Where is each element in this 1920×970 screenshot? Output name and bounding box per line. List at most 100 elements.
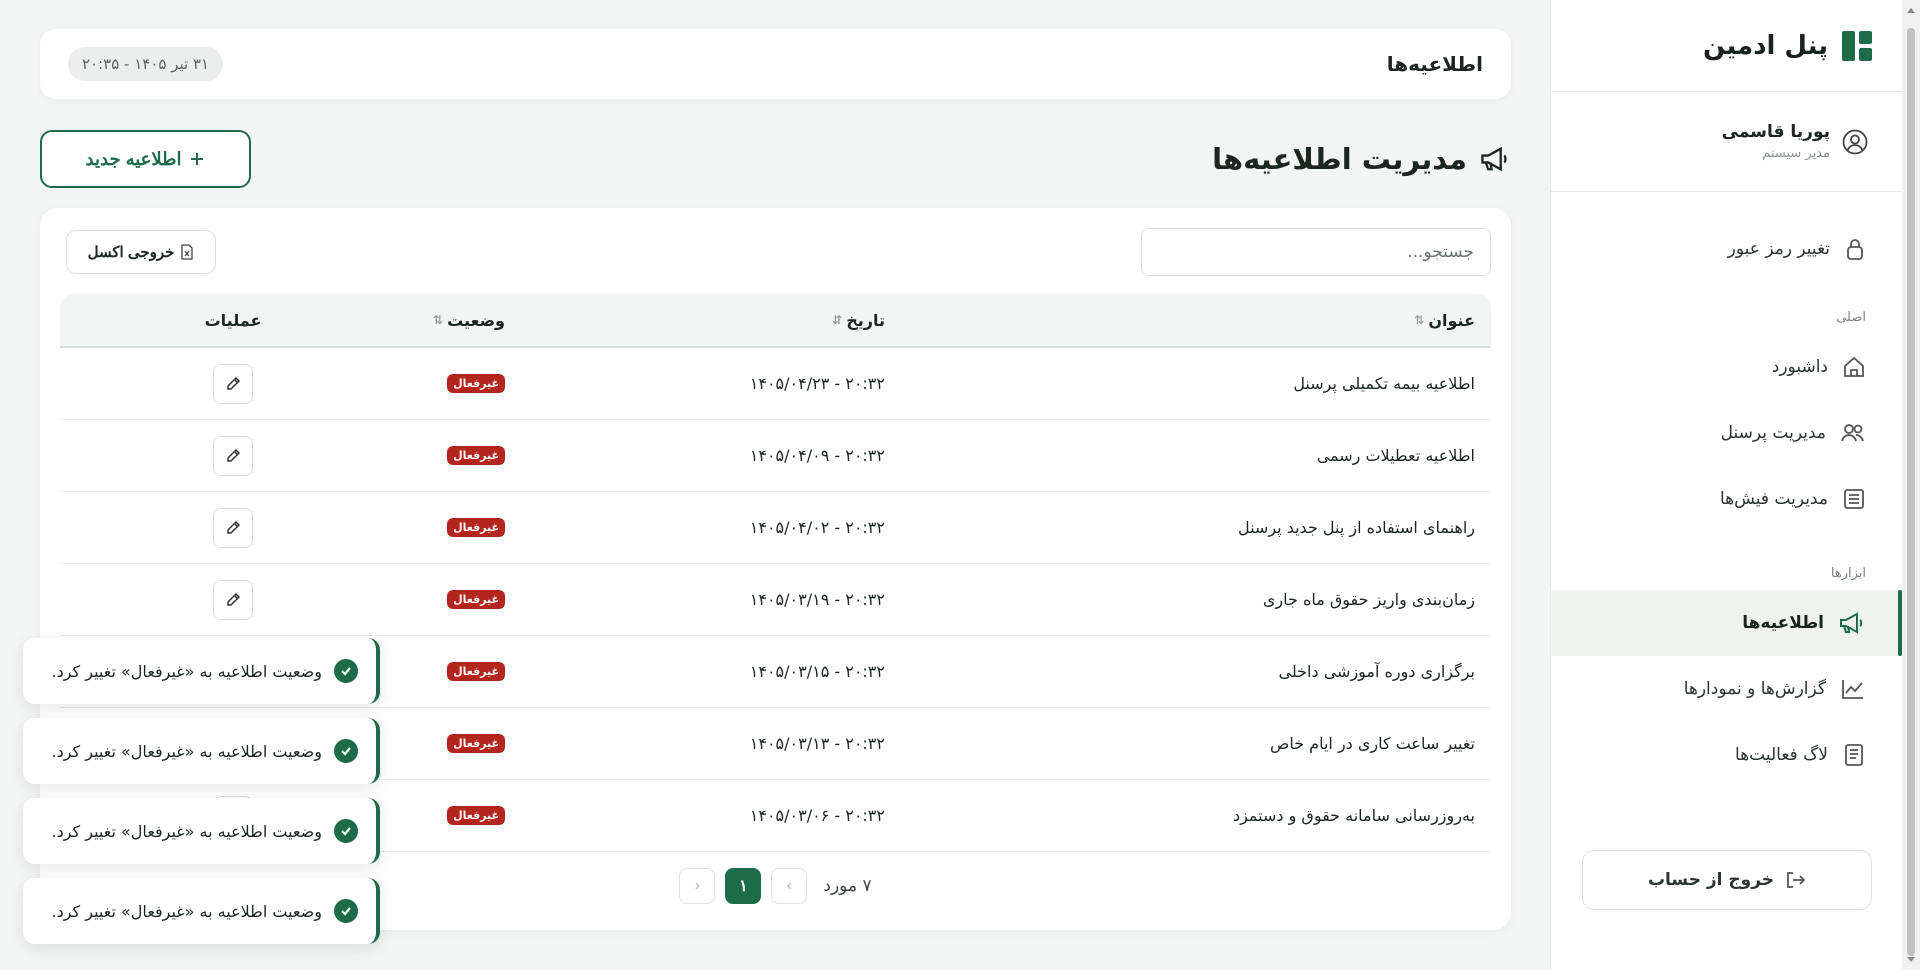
header-title[interactable]: عنوان ⇅ xyxy=(901,294,1491,346)
toast-notification[interactable]: وضعیت اطلاعیه به «غیرفعال» تغییر کرد. xyxy=(23,798,380,864)
nav-item-label: مدیریت پرسنل xyxy=(1720,423,1826,443)
toast-notification[interactable]: وضعیت اطلاعیه به «غیرفعال» تغییر کرد. xyxy=(23,878,380,944)
search-input[interactable] xyxy=(1141,228,1491,276)
scrollbar-thumb[interactable] xyxy=(1907,28,1915,956)
table-row: اطلاعیه تعطیلات رسمی ۱۴۰۵/۰۴/۰۹ - ۲۰:۳۲ غی… xyxy=(60,420,1491,492)
cell-actions xyxy=(60,420,296,491)
plus-icon xyxy=(189,151,205,167)
pencil-icon xyxy=(225,520,241,536)
sidebar: پنل ادمین پوریا قاسمی مدیر سیستم تغییر ر… xyxy=(1550,0,1902,970)
cell-actions xyxy=(60,564,296,635)
cell-status: غیرفعال xyxy=(296,564,521,635)
nav-section-main: اصلی xyxy=(1836,309,1866,325)
pencil-icon xyxy=(225,448,241,464)
nav-item-payslips[interactable]: مدیریت فیش‌ها xyxy=(1551,466,1902,532)
nav-item-dashboard[interactable]: داشبورد xyxy=(1551,334,1902,400)
cell-date: ۱۴۰۵/۰۴/۲۳ - ۲۰:۳۲ xyxy=(749,374,885,393)
page-title: مدیریت اطلاعیه‌ها xyxy=(1212,142,1467,176)
receipt-icon xyxy=(1842,487,1866,511)
cell-title: برگزاری دوره آموزشی داخلی xyxy=(1278,662,1475,681)
topbar-title: اطلاعیه‌ها xyxy=(1386,52,1483,76)
chevron-left-icon: ‹ xyxy=(786,877,793,894)
change-password-link[interactable]: تغییر رمز عبور xyxy=(1551,216,1902,282)
header-date-label: تاریخ xyxy=(846,310,885,330)
header-date[interactable]: تاریخ ⇵ xyxy=(521,294,901,346)
change-password-label: تغییر رمز عبور xyxy=(1727,239,1830,259)
edit-button[interactable] xyxy=(213,435,253,476)
page-scrollbar[interactable] xyxy=(1902,0,1920,970)
cell-title: به‌روزرسانی سامانه حقوق و دستمزد xyxy=(1232,806,1475,825)
next-page-button[interactable]: › xyxy=(679,868,716,904)
user-profile: پوریا قاسمی مدیر سیستم xyxy=(1551,92,1902,192)
scroll-down-arrow[interactable] xyxy=(1907,957,1915,962)
nav-item-label: مدیریت فیش‌ها xyxy=(1719,489,1828,509)
lock-icon xyxy=(1844,237,1866,261)
brand-title: پنل ادمین xyxy=(1703,30,1828,61)
brand: پنل ادمین xyxy=(1551,0,1902,92)
user-avatar-icon xyxy=(1842,129,1868,155)
home-icon xyxy=(1842,355,1866,379)
table-row: راهنمای استفاده از پنل جدید پرسنل ۱۴۰۵/۰۴… xyxy=(60,492,1491,564)
header-actions-label: عملیات xyxy=(204,310,262,330)
cell-date: ۱۴۰۵/۰۳/۱۵ - ۲۰:۳۲ xyxy=(749,662,885,681)
cell-date: ۱۴۰۵/۰۴/۰۲ - ۲۰:۳۲ xyxy=(749,518,885,537)
prev-page-button[interactable]: ‹ xyxy=(771,868,808,904)
new-announcement-button[interactable]: اطلاعیه جدید xyxy=(40,130,251,188)
item-count: ۷ مورد xyxy=(823,876,872,896)
toast-message: وضعیت اطلاعیه به «غیرفعال» تغییر کرد. xyxy=(51,661,323,681)
status-badge: غیرفعال xyxy=(447,446,505,465)
cell-title: راهنمای استفاده از پنل جدید پرسنل xyxy=(1237,518,1475,537)
datetime-pill: ۳۱ تیر ۱۴۰۵ - ۲۰:۳۵ xyxy=(68,47,224,81)
user-role: مدیر سیستم xyxy=(1762,146,1830,161)
status-badge: غیرفعال xyxy=(447,806,505,825)
toast-stack: وضعیت اطلاعیه به «غیرفعال» تغییر کرد. وض… xyxy=(23,638,380,958)
check-circle-icon xyxy=(334,659,358,683)
nav-item-staff[interactable]: مدیریت پرسنل xyxy=(1551,400,1902,466)
logout-button[interactable]: خروج از حساب xyxy=(1582,850,1872,910)
cell-status: غیرفعال xyxy=(296,420,521,491)
nav-item-reports[interactable]: گزارش‌ها و نمودارها xyxy=(1551,656,1902,722)
status-badge: غیرفعال xyxy=(447,518,505,537)
export-excel-button[interactable]: خروجی اکسل xyxy=(66,230,216,274)
main-content: اطلاعیه‌ها ۳۱ تیر ۱۴۰۵ - ۲۰:۳۵ مدیریت اط… xyxy=(0,0,1550,970)
nav-item-label: لاگ فعالیت‌ها xyxy=(1735,745,1828,765)
pencil-icon xyxy=(225,376,241,392)
check-circle-icon xyxy=(334,819,358,843)
check-circle-icon xyxy=(334,739,358,763)
toast-message: وضعیت اطلاعیه به «غیرفعال» تغییر کرد. xyxy=(51,741,323,761)
pencil-icon xyxy=(225,592,241,608)
megaphone-icon xyxy=(1479,144,1511,174)
chart-icon xyxy=(1840,677,1866,701)
edit-button[interactable] xyxy=(213,579,253,620)
sort-icon: ⇅ xyxy=(433,313,444,327)
toast-message: وضعیت اطلاعیه به «غیرفعال» تغییر کرد. xyxy=(51,901,323,921)
logout-icon xyxy=(1784,870,1806,890)
status-badge: غیرفعال xyxy=(447,590,505,609)
toast-notification[interactable]: وضعیت اطلاعیه به «غیرفعال» تغییر کرد. xyxy=(23,638,380,704)
page-button-current[interactable]: ۱ xyxy=(725,868,762,904)
new-announcement-label: اطلاعیه جدید xyxy=(85,148,182,169)
table-row: زمان‌بندی واریز حقوق ماه جاری ۱۴۰۵/۰۳/۱۹ … xyxy=(60,564,1491,636)
scroll-up-arrow[interactable] xyxy=(1907,8,1915,13)
table-header: عنوان ⇅ تاریخ ⇵ وضعیت ⇅ عملیات xyxy=(60,294,1491,348)
cell-date: ۱۴۰۵/۰۳/۱۹ - ۲۰:۳۲ xyxy=(749,590,885,609)
nav-section-tools: ابزارها xyxy=(1830,565,1866,581)
logout-label: خروج از حساب xyxy=(1647,870,1775,890)
toast-notification[interactable]: وضعیت اطلاعیه به «غیرفعال» تغییر کرد. xyxy=(23,718,380,784)
cell-status: غیرفعال xyxy=(296,348,521,419)
edit-button[interactable] xyxy=(213,507,253,548)
header-status[interactable]: وضعیت ⇅ xyxy=(296,294,521,346)
nav-item-announcements[interactable]: اطلاعیه‌ها xyxy=(1551,590,1902,656)
cell-actions xyxy=(60,492,296,563)
log-icon xyxy=(1842,743,1866,767)
header-actions: عملیات xyxy=(60,294,296,346)
nav-item-activity-log[interactable]: لاگ فعالیت‌ها xyxy=(1551,722,1902,788)
sort-icon: ⇅ xyxy=(1414,313,1425,327)
sort-desc-icon: ⇵ xyxy=(832,313,843,327)
header-title-label: عنوان xyxy=(1428,310,1475,330)
dashboard-logo-icon xyxy=(1842,30,1872,61)
status-badge: غیرفعال xyxy=(447,734,505,753)
cell-title: تغییر ساعت کاری در ایام خاص xyxy=(1269,734,1475,753)
check-circle-icon xyxy=(334,899,358,923)
edit-button[interactable] xyxy=(213,363,253,404)
